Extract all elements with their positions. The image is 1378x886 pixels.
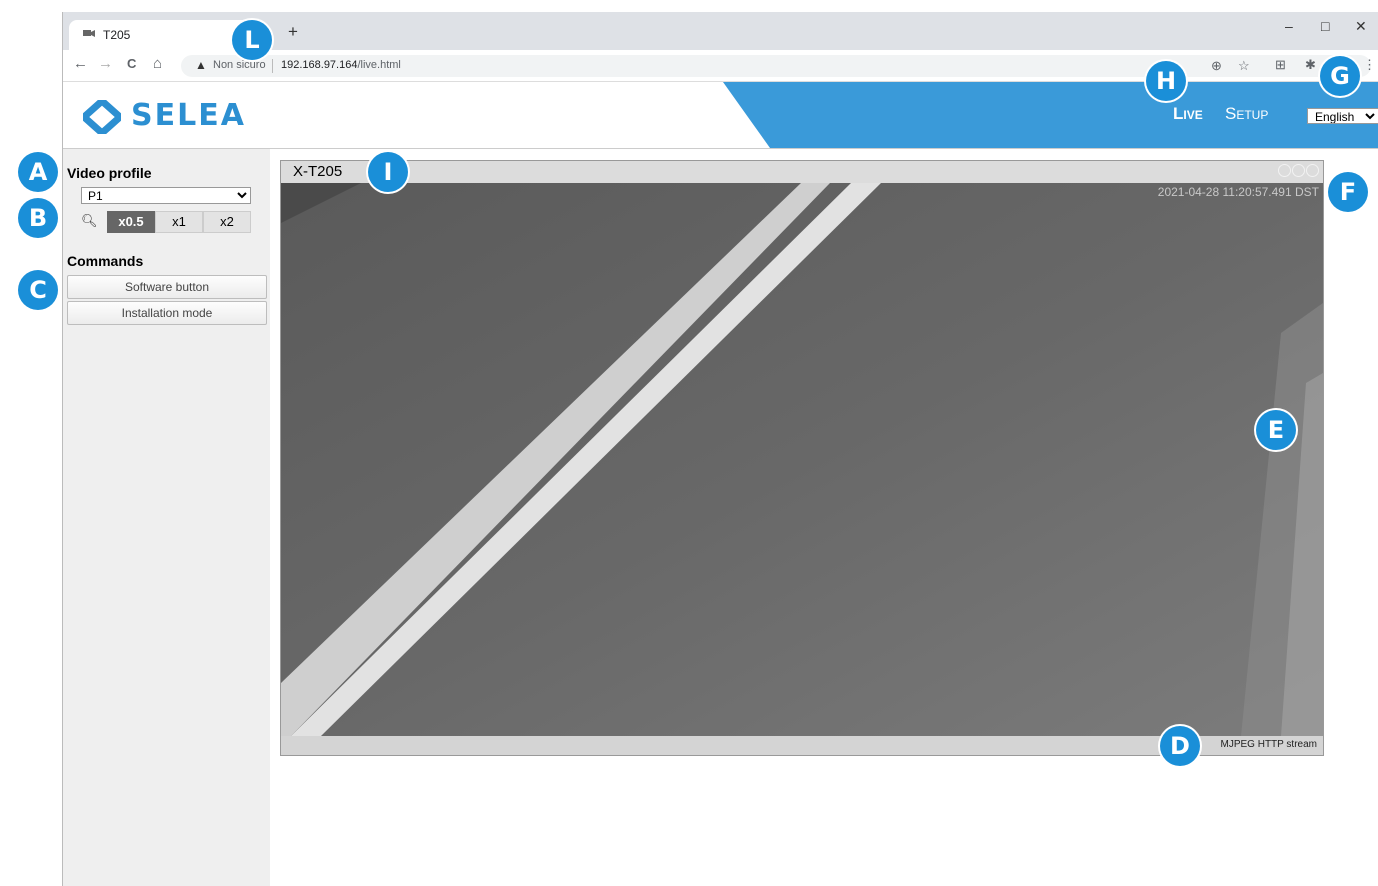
video-header: X-T205 — [281, 161, 1323, 183]
url-text[interactable]: 192.168.97.164/live.html — [281, 59, 401, 71]
security-label[interactable]: Non sicuro — [213, 59, 266, 71]
star-icon[interactable]: ☆ — [1238, 59, 1250, 72]
callout-b: B — [18, 198, 58, 238]
new-tab-button[interactable]: + — [288, 23, 298, 40]
video-timestamp: 2021-04-28 11:20:57.491 DST — [1157, 185, 1319, 199]
software-button[interactable]: Software button — [67, 275, 267, 299]
status-dot — [1292, 164, 1305, 177]
zoom-x1-button[interactable]: x1 — [155, 211, 203, 233]
callout-d: D — [1160, 726, 1200, 766]
apps-icon[interactable]: ⊞ — [1275, 58, 1286, 71]
reload-button[interactable]: C — [127, 56, 136, 71]
callout-e: E — [1256, 410, 1296, 450]
callout-a: A — [18, 152, 58, 192]
nav-setup[interactable]: Setup — [1225, 104, 1268, 124]
status-indicators — [1277, 164, 1319, 182]
forward-button[interactable]: → — [98, 56, 113, 71]
commands-label: Commands — [67, 253, 144, 269]
address-bar[interactable]: ▲ Non sicuro 192.168.97.164/live.html ⊕ … — [181, 55, 1371, 77]
zoom-x0.5-button[interactable]: x0.5 — [107, 211, 155, 233]
home-button[interactable]: ⌂ — [153, 56, 162, 71]
zoom-icon[interactable]: ⊕ — [1211, 59, 1222, 72]
url-host: 192.168.97.164 — [281, 59, 358, 71]
url-path: /live.html — [357, 59, 401, 71]
header-band — [723, 82, 1378, 148]
zoom-x2-button[interactable]: x2 — [203, 211, 251, 233]
extensions-icon[interactable]: ✱ — [1305, 58, 1316, 71]
callout-c: C — [18, 270, 58, 310]
language-select[interactable]: English — [1307, 108, 1378, 124]
callout-h: H — [1146, 61, 1186, 101]
camera-favicon-icon — [83, 30, 95, 37]
selea-logo[interactable]: SELEA — [79, 96, 279, 136]
callout-g: G — [1320, 56, 1360, 96]
nav-live[interactable]: Live — [1173, 104, 1203, 124]
video-profile-select[interactable]: P1 — [81, 187, 251, 204]
video-profile-label: Video profile — [67, 165, 152, 181]
magnifier-icon: 🔍︎ — [81, 213, 98, 228]
minimize-button[interactable]: – — [1285, 18, 1293, 34]
warning-icon: ▲ — [195, 58, 207, 72]
sidebar: Video profile P1 🔍︎ x0.5 x1 x2 Commands … — [63, 149, 270, 886]
camera-name: X-T205 — [293, 163, 343, 180]
callout-f: F — [1328, 172, 1368, 212]
browser-tab[interactable]: T205 — [69, 20, 259, 50]
logo-text: SELEA — [131, 98, 246, 133]
maximize-button[interactable]: □ — [1321, 18, 1329, 34]
installation-mode-button[interactable]: Installation mode — [67, 301, 267, 325]
status-dot — [1278, 164, 1291, 177]
callout-l: L — [232, 20, 272, 60]
tab-title: T205 — [103, 28, 131, 42]
status-dot — [1306, 164, 1319, 177]
video-stream[interactable]: 2021-04-28 11:20:57.491 DST — [281, 183, 1323, 736]
close-window-button[interactable]: ✕ — [1355, 18, 1367, 35]
url-divider — [272, 59, 273, 73]
menu-icon[interactable]: ⋮ — [1363, 58, 1376, 71]
road-scene-image — [281, 183, 1323, 736]
video-panel: X-T205 2021-04-28 11:20:57.491 DST MJPEG… — [280, 160, 1324, 756]
stream-type-label: MJPEG HTTP stream — [1220, 739, 1318, 750]
back-button[interactable]: ← — [73, 56, 88, 71]
logo-diamond-icon — [83, 100, 121, 134]
callout-i: I — [368, 152, 408, 192]
